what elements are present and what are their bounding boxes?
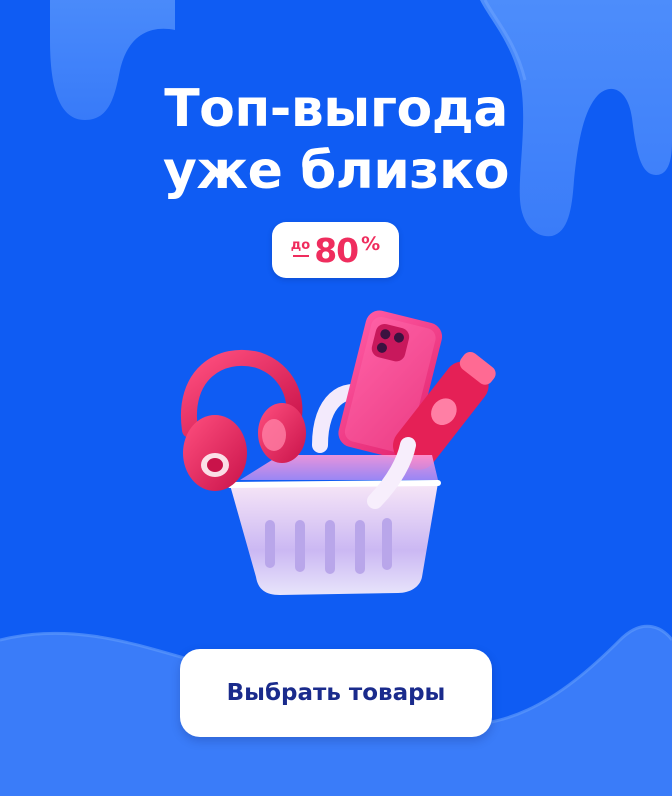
- shopping-basket-icon: [227, 437, 441, 595]
- promo-banner: Топ-выгода уже близко до 80 % Выбрать то…: [0, 0, 672, 796]
- discount-prefix-text: до: [290, 238, 311, 253]
- shopping-illustration: [180, 310, 496, 595]
- title-line-2: уже близко: [162, 141, 510, 201]
- discount-value: 80: [314, 230, 359, 270]
- discount-unit: %: [361, 233, 381, 255]
- choose-products-button-label: Выбрать товары: [226, 680, 446, 706]
- title-line-1: Топ-выгода: [164, 79, 508, 139]
- discount-badge: до 80 %: [272, 222, 399, 278]
- discount-prefix: до: [291, 239, 310, 257]
- prefix-underline: [292, 255, 309, 257]
- choose-products-button[interactable]: Выбрать товары: [180, 649, 492, 737]
- promo-title: Топ-выгода уже близко: [0, 78, 672, 202]
